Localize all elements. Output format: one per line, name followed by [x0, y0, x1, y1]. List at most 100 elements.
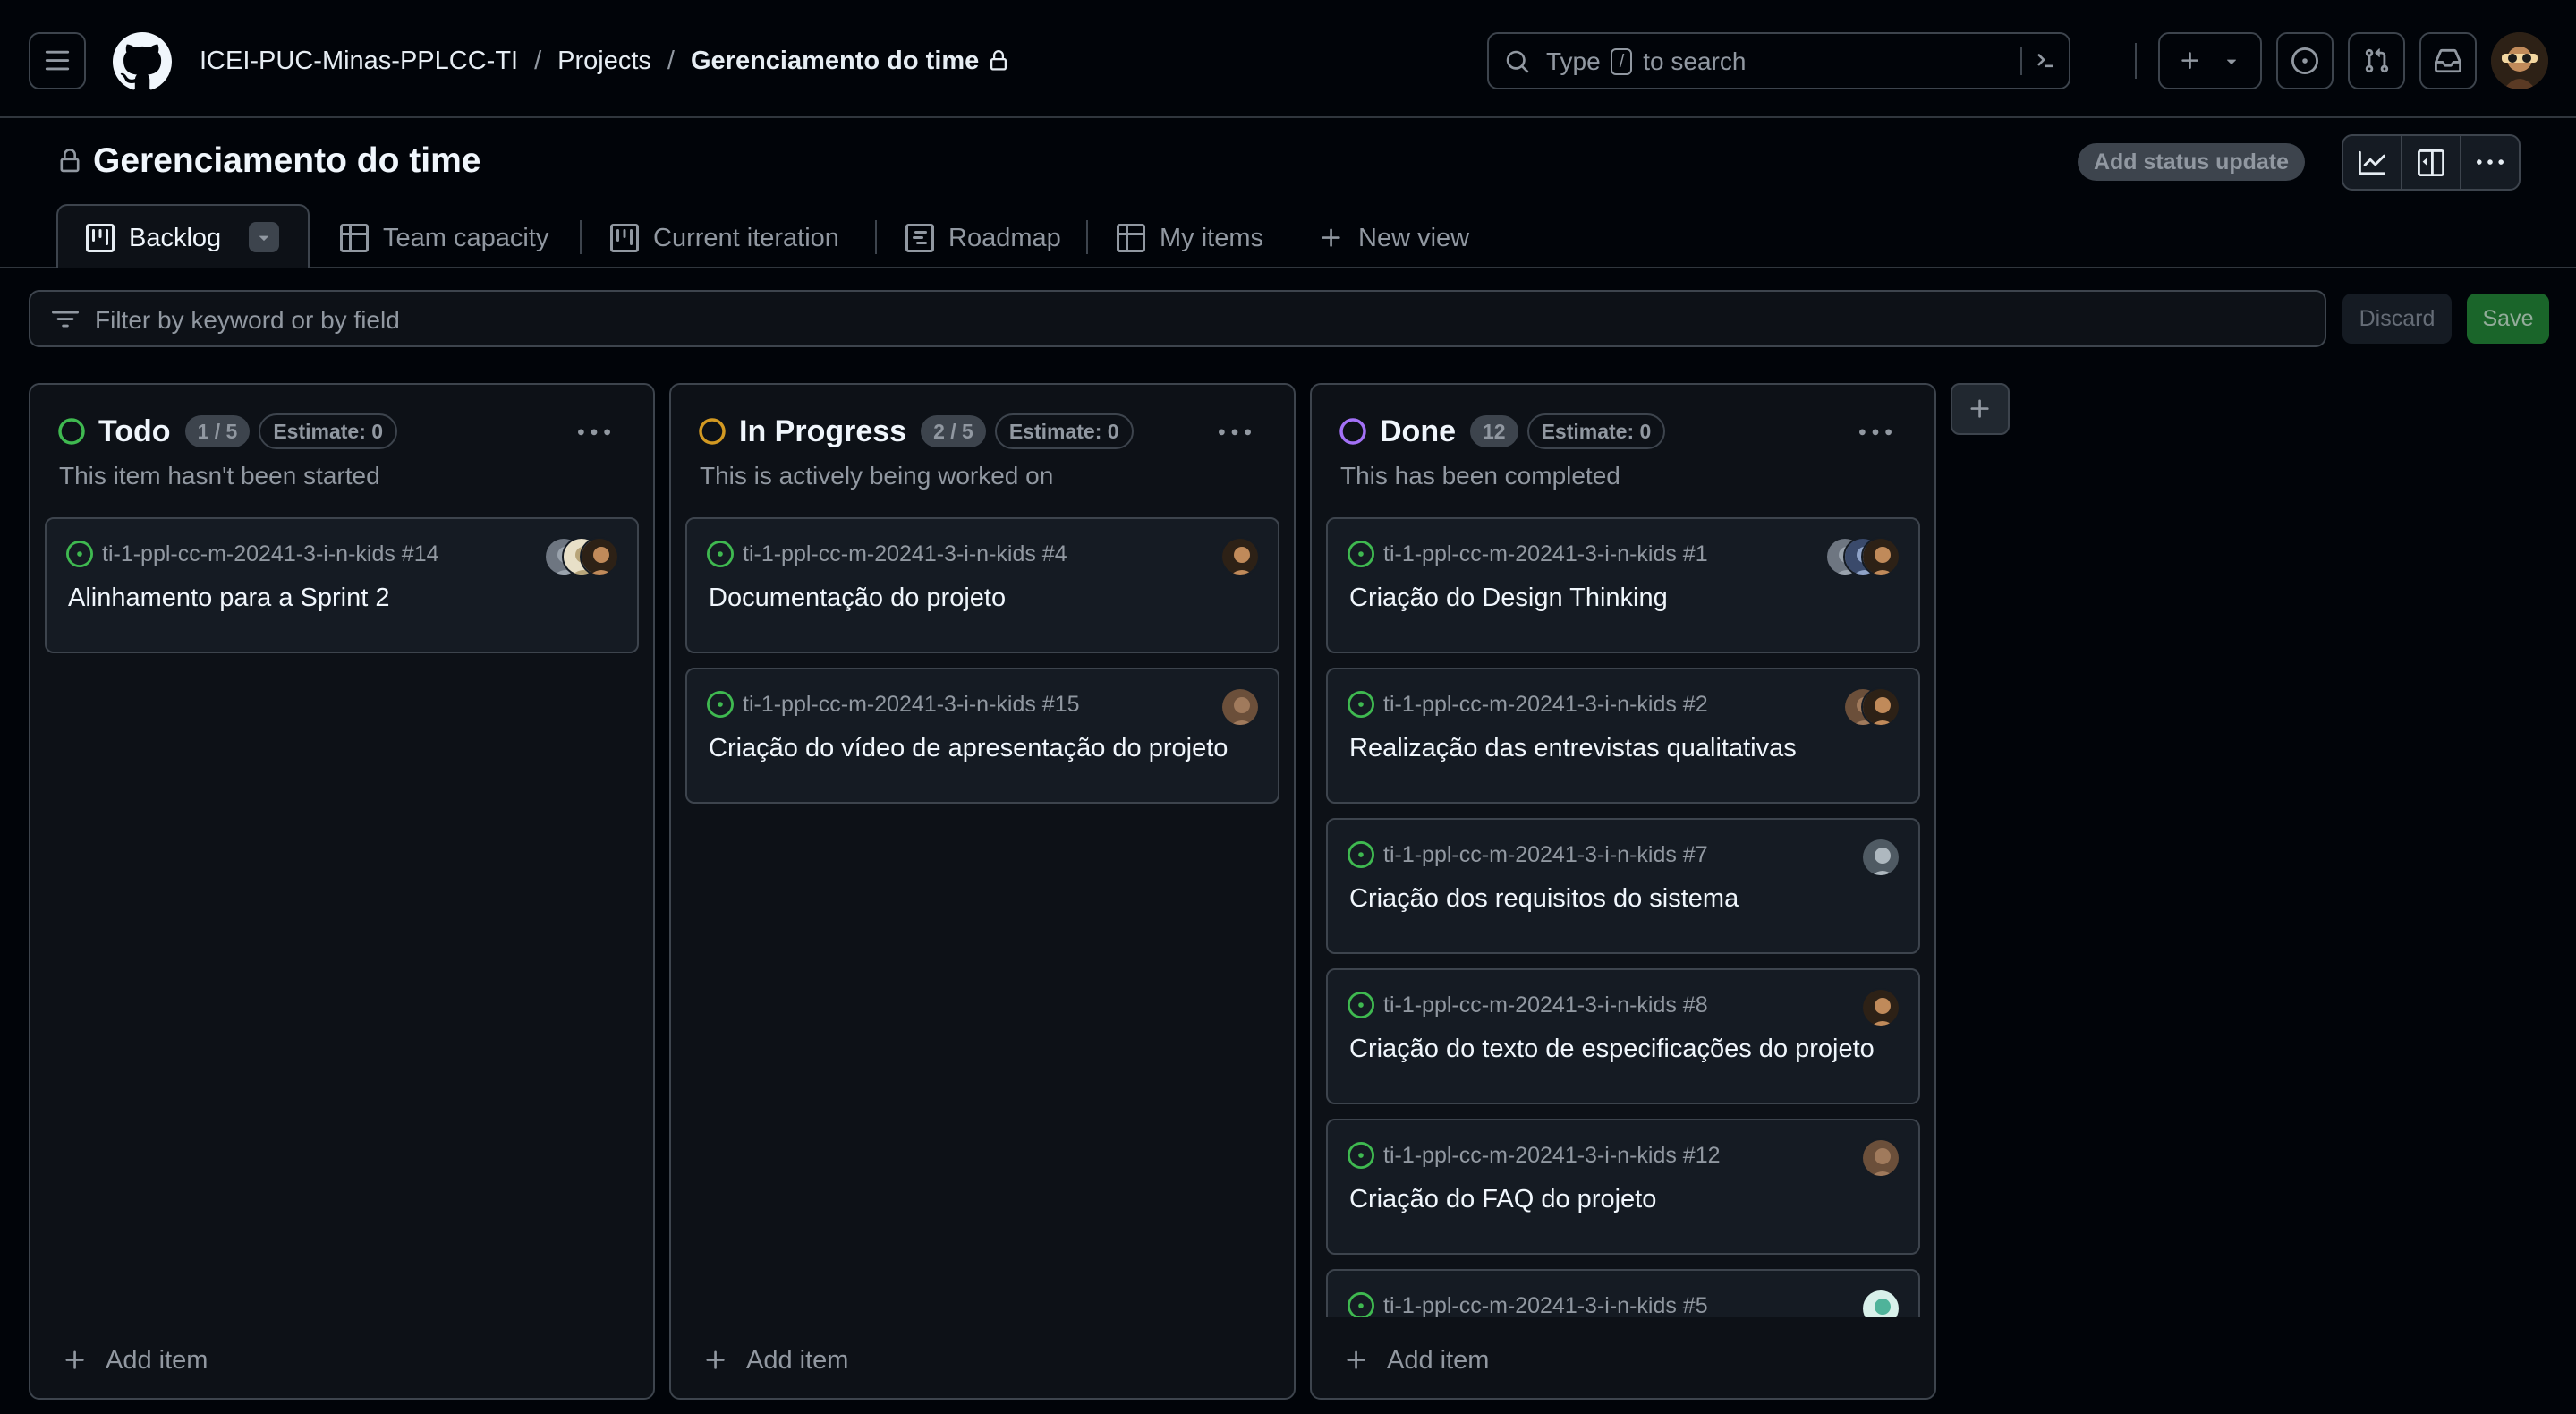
tab-team-capacity[interactable]: Team capacity	[340, 218, 548, 258]
add-column-button[interactable]	[1951, 383, 2010, 435]
card-repo[interactable]: ti-1-ppl-cc-m-20241-3-i-n-kids #12	[1383, 1143, 1721, 1169]
breadcrumb-current[interactable]: Gerenciamento do time	[691, 47, 979, 76]
table-icon	[1117, 224, 1145, 252]
add-item-button[interactable]: Add item	[63, 1341, 208, 1380]
issue-card[interactable]: ti-1-ppl-cc-m-20241-3-i-n-kids #14 Alinha…	[45, 517, 639, 653]
issue-card[interactable]: ti-1-ppl-cc-m-20241-3-i-n-kids #8 Criação…	[1326, 968, 1920, 1104]
card-repo-line: ti-1-ppl-cc-m-20241-3-i-n-kids #14	[66, 539, 439, 569]
global-header: ICEI-PUC-Minas-PPLCC-TI / Projects / Ger…	[0, 0, 2576, 118]
card-repo[interactable]: ti-1-ppl-cc-m-20241-3-i-n-kids #8	[1383, 992, 1708, 1018]
add-status-update-button[interactable]: Add status update	[2078, 143, 2305, 181]
add-item-button[interactable]: Add item	[703, 1341, 848, 1380]
column-header: Todo 1 / 5 Estimate: 0	[57, 412, 398, 451]
save-button[interactable]: Save	[2467, 294, 2549, 344]
card-title[interactable]: Documentação do projeto	[709, 583, 1006, 613]
plus-icon	[65, 1350, 84, 1369]
inbox-button[interactable]	[2419, 32, 2477, 89]
assignee-avatars[interactable]	[1861, 838, 1900, 877]
issue-card[interactable]: ti-1-ppl-cc-m-20241-3-i-n-kids #7 Criação…	[1326, 818, 1920, 954]
new-view-button[interactable]: New view	[1319, 218, 1469, 258]
add-item-label: Add item	[746, 1345, 849, 1375]
assignee-avatars[interactable]	[1861, 1289, 1900, 1317]
assignee-avatars[interactable]	[1825, 537, 1900, 576]
column-menu-button[interactable]	[1859, 417, 1892, 449]
column-menu-button[interactable]	[1219, 417, 1251, 449]
column-menu-button[interactable]	[578, 417, 610, 449]
issue-opened-icon	[1348, 992, 1374, 1018]
add-item-button[interactable]: Add item	[1344, 1341, 1489, 1380]
assignee-avatars[interactable]	[1843, 687, 1900, 727]
breadcrumb-projects[interactable]: Projects	[557, 47, 651, 76]
tab-divider	[580, 220, 582, 254]
column-title[interactable]: Done	[1380, 414, 1456, 449]
column-header: In Progress 2 / 5 Estimate: 0	[698, 412, 1134, 451]
card-repo[interactable]: ti-1-ppl-cc-m-20241-3-i-n-kids #5	[1383, 1293, 1708, 1318]
plus-icon	[2181, 52, 2198, 69]
item-count-badge: 1 / 5	[184, 415, 251, 447]
card-list: ti-1-ppl-cc-m-20241-3-i-n-kids #4 Documen…	[685, 517, 1279, 1317]
card-title[interactable]: Criação do FAQ do projeto	[1349, 1185, 1656, 1214]
side-panel-button[interactable]	[2402, 136, 2461, 189]
breadcrumb-separator: /	[667, 46, 675, 75]
assignee-avatars[interactable]	[1861, 1138, 1900, 1178]
assignee-avatars[interactable]	[1861, 988, 1900, 1027]
breadcrumb-org[interactable]: ICEI-PUC-Minas-PPLCC-TI	[200, 47, 518, 76]
issue-card[interactable]: ti-1-ppl-cc-m-20241-3-i-n-kids #4 Documen…	[685, 517, 1279, 653]
insights-button[interactable]	[2343, 136, 2402, 189]
issue-card[interactable]: ti-1-ppl-cc-m-20241-3-i-n-kids #1 Criação…	[1326, 517, 1920, 653]
card-repo-line: ti-1-ppl-cc-m-20241-3-i-n-kids #2	[1348, 689, 1708, 720]
search-icon	[1506, 50, 1529, 73]
command-palette-icon[interactable]	[2035, 49, 2060, 74]
issue-card[interactable]: ti-1-ppl-cc-m-20241-3-i-n-kids #5	[1326, 1269, 1920, 1317]
tab-my-items[interactable]: My items	[1117, 218, 1263, 258]
card-title[interactable]: Realização das entrevistas qualitativas	[1349, 734, 1797, 763]
tab-current-iteration[interactable]: Current iteration	[610, 218, 839, 258]
project-title[interactable]: Gerenciamento do time	[93, 141, 480, 181]
assignee-avatar	[1220, 687, 1260, 727]
card-repo[interactable]: ti-1-ppl-cc-m-20241-3-i-n-kids #7	[1383, 842, 1708, 868]
user-avatar[interactable]	[2491, 32, 2548, 89]
card-repo-line: ti-1-ppl-cc-m-20241-3-i-n-kids #15	[707, 689, 1080, 720]
sidebar-expand-icon	[2418, 149, 2444, 176]
card-title[interactable]: Alinhamento para a Sprint 2	[68, 583, 390, 613]
column-title[interactable]: In Progress	[739, 414, 906, 449]
menu-button[interactable]	[29, 32, 86, 89]
column-description: This item hasn't been started	[59, 462, 380, 490]
discard-button[interactable]: Discard	[2342, 294, 2452, 344]
create-new-button[interactable]	[2158, 32, 2262, 89]
assignee-avatars[interactable]	[544, 537, 619, 576]
issue-card[interactable]: ti-1-ppl-cc-m-20241-3-i-n-kids #15 Criaçã…	[685, 668, 1279, 804]
issue-card[interactable]: ti-1-ppl-cc-m-20241-3-i-n-kids #2 Realiza…	[1326, 668, 1920, 804]
issue-opened-icon	[1348, 1292, 1374, 1317]
tab-roadmap[interactable]: Roadmap	[905, 218, 1061, 258]
card-title[interactable]: Criação dos requisitos do sistema	[1349, 884, 1739, 914]
filter-placeholder: Filter by keyword or by field	[95, 306, 400, 334]
tab-backlog-label[interactable]: Backlog	[86, 218, 221, 258]
search-hint-pre: Type	[1546, 47, 1601, 75]
card-title[interactable]: Criação do vídeo de apresentação do proj…	[709, 734, 1228, 763]
column-title[interactable]: Todo	[98, 414, 171, 449]
issue-card[interactable]: ti-1-ppl-cc-m-20241-3-i-n-kids #12 Criaçã…	[1326, 1119, 1920, 1255]
card-repo[interactable]: ti-1-ppl-cc-m-20241-3-i-n-kids #4	[743, 541, 1067, 567]
card-repo[interactable]: ti-1-ppl-cc-m-20241-3-i-n-kids #14	[102, 541, 439, 567]
assignee-avatars[interactable]	[1220, 537, 1260, 576]
search-input[interactable]: Type / to search	[1487, 32, 2070, 89]
pull-requests-button[interactable]	[2348, 32, 2405, 89]
view-options-dropdown[interactable]	[249, 222, 279, 252]
card-repo[interactable]: ti-1-ppl-cc-m-20241-3-i-n-kids #15	[743, 692, 1080, 718]
issues-button[interactable]	[2276, 32, 2334, 89]
issue-opened-icon	[1348, 541, 1374, 567]
card-repo[interactable]: ti-1-ppl-cc-m-20241-3-i-n-kids #1	[1383, 541, 1708, 567]
filter-input[interactable]: Filter by keyword or by field	[29, 290, 2326, 347]
issue-opened-icon	[1348, 691, 1374, 718]
github-logo-icon[interactable]	[113, 32, 172, 91]
card-list: ti-1-ppl-cc-m-20241-3-i-n-kids #1 Criação…	[1326, 517, 1920, 1317]
project-more-button[interactable]	[2461, 136, 2519, 189]
card-repo[interactable]: ti-1-ppl-cc-m-20241-3-i-n-kids #2	[1383, 692, 1708, 718]
column-header: Done 12 Estimate: 0	[1339, 412, 1666, 451]
card-title[interactable]: Criação do Design Thinking	[1349, 583, 1668, 613]
card-title[interactable]: Criação do texto de especificações do pr…	[1349, 1035, 1875, 1064]
tab-divider	[1086, 220, 1088, 254]
assignee-avatar	[1861, 838, 1900, 877]
assignee-avatars[interactable]	[1220, 687, 1260, 727]
